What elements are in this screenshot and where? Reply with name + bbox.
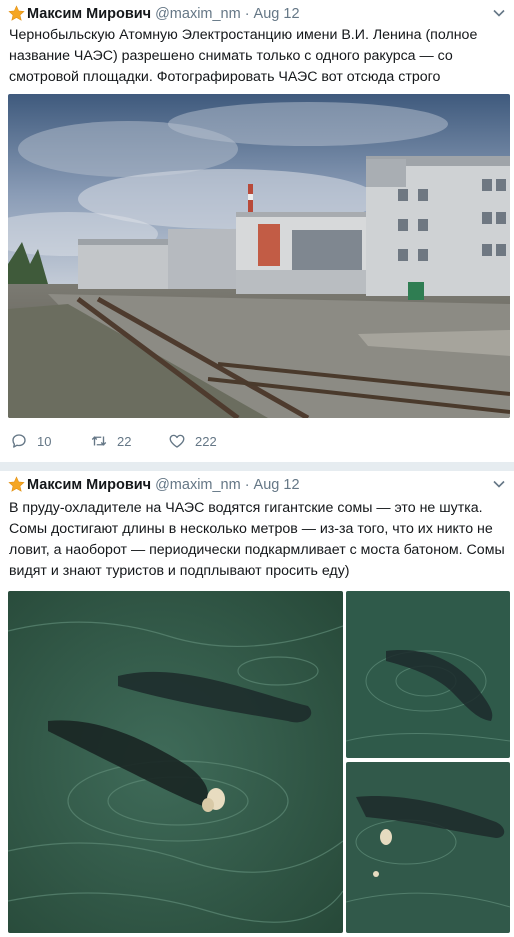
- header-separator: ·: [244, 476, 250, 493]
- header-separator: ·: [244, 5, 250, 22]
- retweet-button[interactable]: 22: [90, 432, 168, 450]
- tweet-header: Максим Мирович @maxim_nm · Aug 12: [8, 5, 300, 22]
- tweet-photo[interactable]: [8, 94, 510, 418]
- star-icon: [8, 476, 25, 492]
- chevron-down-icon[interactable]: [493, 480, 505, 488]
- author-handle[interactable]: @maxim_nm: [155, 6, 241, 22]
- tweet-header: Максим Мирович @maxim_nm · Aug 12: [8, 476, 300, 493]
- author-name[interactable]: Максим Мирович: [27, 6, 151, 22]
- tweet-date[interactable]: Aug 12: [254, 477, 300, 493]
- author-handle[interactable]: @maxim_nm: [155, 477, 241, 493]
- reply-button[interactable]: 10: [10, 432, 90, 450]
- tweet-separator: [0, 462, 514, 471]
- heart-icon: [169, 434, 185, 448]
- like-button[interactable]: 222: [168, 432, 217, 450]
- tweet-photo[interactable]: [346, 591, 510, 758]
- tweet-text: В пруду-охладителе на ЧАЭС водятся гиган…: [9, 500, 505, 579]
- retweet-icon: [91, 436, 107, 446]
- tweet: Максим Мирович @maxim_nm · Aug 12 В пруд…: [0, 471, 514, 937]
- tweet: Максим Мирович @maxim_nm · Aug 12 Черноб…: [0, 0, 514, 462]
- retweet-count: 22: [117, 433, 132, 449]
- reply-icon: [12, 434, 26, 448]
- tweet-date[interactable]: Aug 12: [254, 6, 300, 22]
- chevron-down-icon[interactable]: [493, 9, 505, 17]
- tweet-actions: 10 22 222: [10, 432, 217, 450]
- like-count: 222: [195, 433, 217, 449]
- author-name[interactable]: Максим Мирович: [27, 477, 151, 493]
- tweet-photo[interactable]: [346, 762, 510, 933]
- reply-count: 10: [37, 433, 52, 449]
- tweet-photo[interactable]: [8, 591, 343, 933]
- star-icon: [8, 5, 25, 21]
